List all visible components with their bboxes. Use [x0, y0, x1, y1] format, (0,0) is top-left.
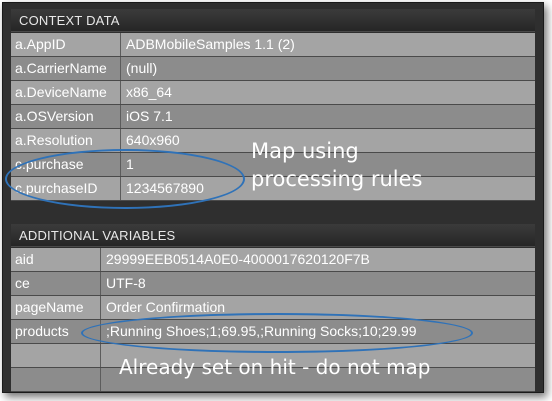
table-row[interactable]: a.AppID ADBMobileSamples 1.1 (2) [11, 33, 535, 57]
table-row[interactable]: a.DeviceName x86_64 [11, 81, 535, 105]
annotation-line: Map using [251, 139, 359, 163]
row-value: UTF-8 [106, 275, 146, 291]
row-key [11, 368, 101, 391]
map-rules-annotation: Map using processing rules [251, 137, 423, 193]
row-value: x86_64 [126, 84, 172, 100]
row-key: a.CarrierName [11, 57, 121, 80]
row-key [11, 344, 101, 367]
table-row[interactable]: a.CarrierName (null) [11, 57, 535, 81]
row-value: (null) [126, 60, 158, 76]
debugger-window: CONTEXT DATA a.AppID ADBMobileSamples 1.… [2, 2, 544, 393]
products-highlight-ellipse [81, 313, 473, 353]
row-value: ADBMobileSamples 1.1 (2) [126, 36, 295, 52]
row-key: pageName [11, 296, 101, 319]
row-value: iOS 7.1 [126, 108, 173, 124]
table-row[interactable]: aid 29999EEB0514A0E0-4000017620120F7B [11, 248, 535, 272]
annotation-line: processing rules [251, 167, 423, 191]
already-set-annotation: Already set on hit - do not map [119, 355, 431, 379]
row-key: a.AppID [11, 33, 121, 56]
table-row[interactable]: a.OSVersion iOS 7.1 [11, 105, 535, 129]
additional-variables-header: ADDITIONAL VARIABLES [11, 224, 535, 247]
row-key: a.DeviceName [11, 81, 121, 104]
row-key: ce [11, 272, 101, 295]
row-key: aid [11, 248, 101, 271]
purchase-highlight-ellipse [5, 149, 245, 209]
context-data-header: CONTEXT DATA [11, 9, 535, 32]
row-value: 29999EEB0514A0E0-4000017620120F7B [106, 251, 370, 267]
table-row[interactable]: ce UTF-8 [11, 272, 535, 296]
row-key: a.OSVersion [11, 105, 121, 128]
